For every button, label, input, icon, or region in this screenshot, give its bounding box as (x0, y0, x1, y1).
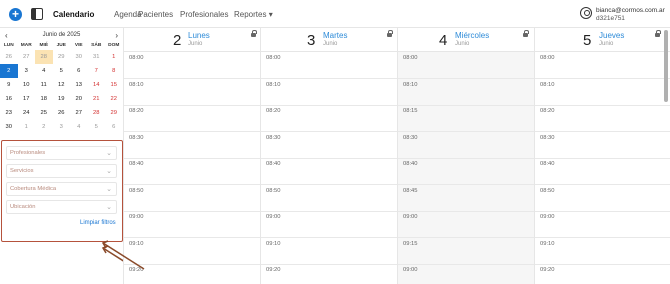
day-column-header[interactable]: 2 Lunes Junio (124, 28, 260, 52)
nav-profesionales[interactable]: Profesionales (180, 10, 228, 19)
day-number: 3 (307, 32, 316, 49)
time-slot[interactable]: 08:00 (261, 53, 397, 79)
scrollbar-thumb[interactable] (664, 30, 668, 102)
time-slot[interactable]: 08:20 (124, 106, 260, 132)
day-month: Junio (188, 41, 203, 47)
time-slot[interactable]: 09:15 (398, 239, 534, 265)
time-slot[interactable]: 08:40 (124, 159, 260, 185)
day-month: Junio (455, 41, 470, 47)
time-slot[interactable]: 08:20 (535, 106, 670, 132)
time-slot[interactable]: 08:40 (398, 159, 534, 185)
top-navbar: + Calendario Agenda Pacientes Profesiona… (0, 0, 670, 28)
day-column-header[interactable]: 5 Jueves Junio (535, 28, 670, 52)
chevron-down-icon: ▾ (268, 10, 273, 19)
time-slot[interactable]: 08:50 (261, 186, 397, 212)
lock-icon (251, 30, 257, 37)
day-column: 3 Martes Junio 08:00 08:10 08:20 08:30 08:40 08:… (261, 28, 398, 284)
time-slot[interactable]: 08:50 (535, 186, 670, 212)
time-slot[interactable]: 08:10 (398, 80, 534, 106)
day-number: 2 (173, 32, 182, 49)
day-column: 5 Jueves Junio 08:00 08:10 08:20 08:30 08:40 08:… (535, 28, 670, 284)
time-slot[interactable]: 09:10 (261, 239, 397, 265)
day-month: Junio (323, 41, 338, 47)
time-slot[interactable]: 09:20 (535, 265, 670, 284)
sidebar-toggle-icon[interactable] (31, 8, 43, 20)
time-slot[interactable]: 08:10 (124, 80, 260, 106)
lock-icon (523, 30, 529, 37)
time-slot[interactable]: 09:00 (261, 212, 397, 238)
time-slot[interactable]: 09:20 (261, 265, 397, 284)
time-slot[interactable]: 08:30 (261, 133, 397, 159)
day-column-header[interactable]: 3 Martes Junio (261, 28, 397, 52)
day-name: Lunes (188, 31, 210, 40)
time-slot[interactable]: 09:00 (124, 212, 260, 238)
time-slot[interactable]: 08:00 (535, 53, 670, 79)
time-slot[interactable]: 08:40 (261, 159, 397, 185)
lock-icon (655, 30, 661, 37)
time-slot[interactable]: 09:00 (535, 212, 670, 238)
time-slot[interactable]: 08:30 (124, 133, 260, 159)
day-month: Junio (599, 41, 614, 47)
time-slot[interactable]: 08:10 (535, 80, 670, 106)
time-slot[interactable]: 08:30 (535, 133, 670, 159)
day-number: 4 (439, 32, 448, 49)
time-slot[interactable]: 08:45 (398, 186, 534, 212)
time-slot[interactable]: 09:00 (398, 212, 534, 238)
time-slot[interactable]: 08:00 (124, 53, 260, 79)
user-id: d321e751 (596, 15, 625, 22)
nav-reportes-label: Reportes (234, 10, 267, 19)
annotation-arrow-tail (101, 240, 145, 270)
time-slot[interactable]: 08:40 (535, 159, 670, 185)
day-number: 5 (583, 32, 592, 49)
day-name: Jueves (599, 31, 625, 40)
day-name: Martes (323, 31, 348, 40)
user-email: bianca@cormos.com.ar (596, 7, 665, 14)
nav-reportes[interactable]: Reportes ▾ (234, 10, 273, 19)
user-avatar-icon[interactable] (580, 7, 592, 19)
nav-pacientes[interactable]: Pacientes (138, 10, 173, 19)
time-slot[interactable]: 08:10 (261, 80, 397, 106)
day-column-header[interactable]: 4 Miércoles Junio (398, 28, 534, 52)
time-slot[interactable]: 08:15 (398, 106, 534, 132)
time-slot[interactable]: 09:10 (535, 239, 670, 265)
lock-icon (387, 30, 393, 37)
add-icon[interactable]: + (9, 8, 22, 21)
time-slot[interactable]: 08:50 (124, 186, 260, 212)
nav-calendario[interactable]: Calendario (53, 10, 94, 19)
time-slot[interactable]: 09:00 (398, 265, 534, 284)
time-slot[interactable]: 08:00 (398, 53, 534, 79)
day-column: 4 Miércoles Junio 08:00 08:10 08:15 08:30 08:40… (398, 28, 535, 284)
week-grid: 2 Lunes Junio 08:00 08:10 08:20 08:30 08:40 08:5… (124, 28, 670, 284)
time-slot[interactable]: 08:30 (398, 133, 534, 159)
day-name: Miércoles (455, 31, 490, 40)
time-slot[interactable]: 08:20 (261, 106, 397, 132)
